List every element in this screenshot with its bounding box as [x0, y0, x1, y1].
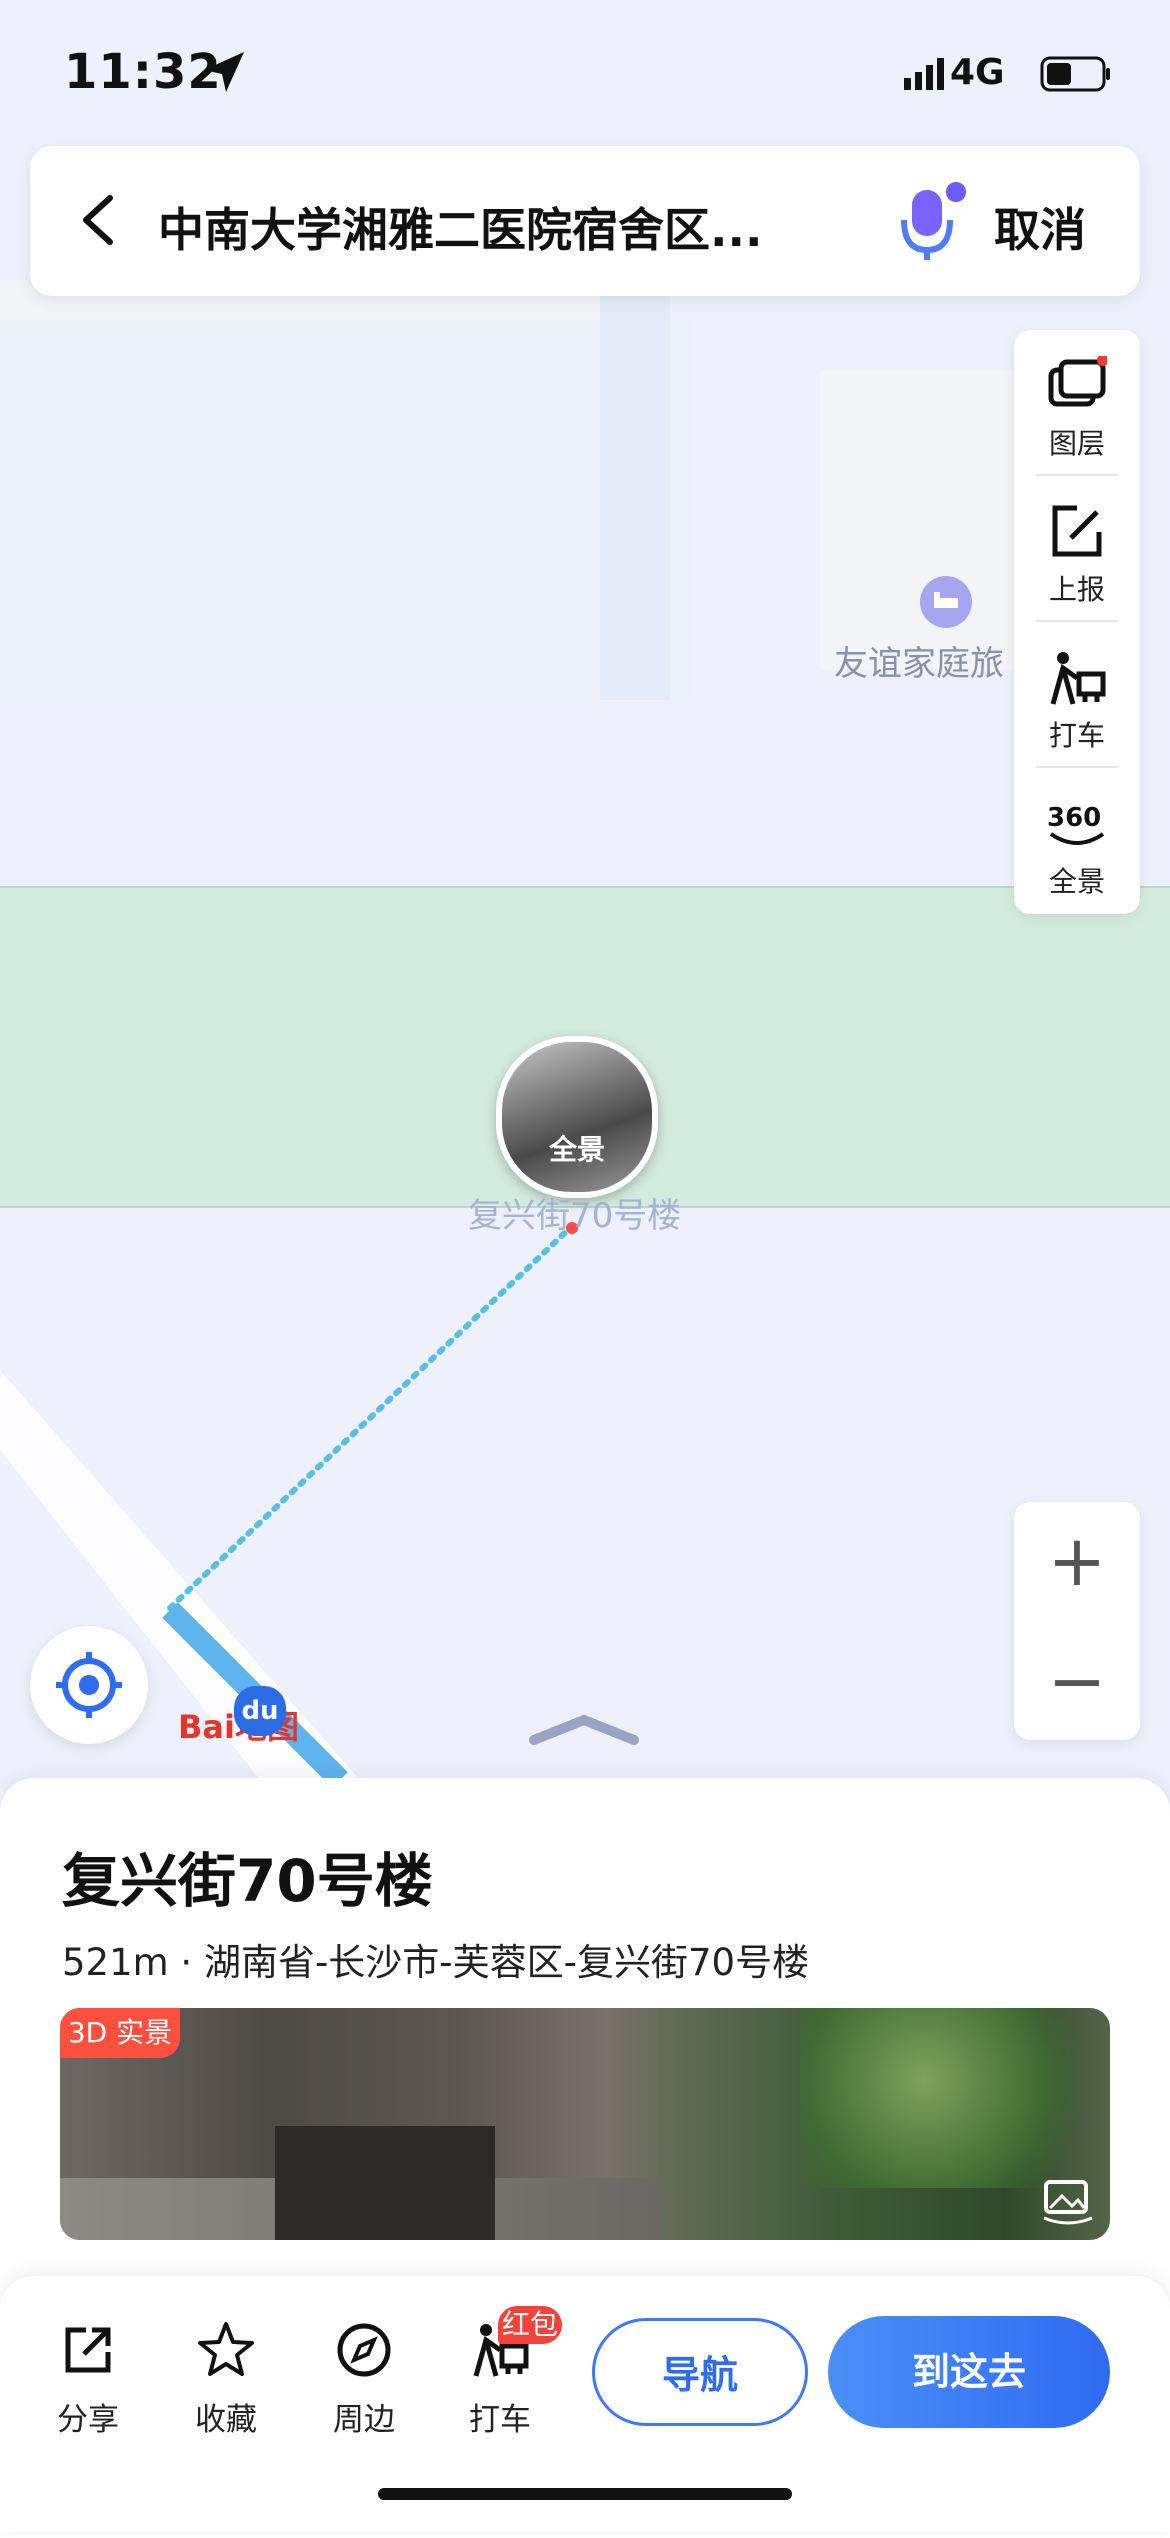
action-label: 打车	[469, 2402, 531, 2438]
zoom-control: + −	[1014, 1502, 1140, 1740]
voice-mic-icon[interactable]	[892, 180, 972, 264]
tool-taxi[interactable]: 打车	[1014, 622, 1140, 768]
locate-icon	[56, 1652, 122, 1718]
svg-text:360: 360	[1047, 803, 1101, 833]
status-bar: 11:32 4G	[0, 0, 1170, 140]
place-address: 521m · 湖南省-长沙市-芙蓉区-复兴街70号楼	[62, 1941, 810, 1984]
map-tools-panel: 图层 上报 打车 360 全景	[1014, 330, 1140, 914]
go-here-button[interactable]: 到这去	[828, 2316, 1110, 2428]
locate-button[interactable]	[30, 1626, 148, 1744]
panorama-360-icon: 360	[1047, 803, 1105, 845]
3d-live-badge: 3D 实景	[60, 2008, 180, 2058]
tool-label: 图层	[1048, 427, 1105, 460]
status-time: 11:32	[64, 44, 222, 100]
search-bar[interactable]: 中南大学湘雅二医院宿舍区... 取消	[30, 146, 1140, 296]
report-icon	[1052, 505, 1102, 557]
poi-hotel-label[interactable]: 友谊家庭旅	[834, 636, 1004, 685]
action-label: 分享	[57, 2402, 119, 2438]
action-label: 周边	[333, 2402, 395, 2438]
search-query[interactable]: 中南大学湘雅二医院宿舍区...	[158, 194, 762, 260]
action-label: 收藏	[195, 2402, 257, 2438]
panorama-label: 全景	[548, 1133, 605, 1166]
gallery-icon[interactable]	[1040, 2176, 1096, 2226]
panorama-thumbnail[interactable]: 全景	[496, 1036, 658, 1198]
share-icon	[65, 2327, 111, 2373]
carrier-label: 4G	[950, 52, 1005, 93]
layers-icon	[1048, 356, 1107, 407]
walking-route	[167, 1225, 573, 1611]
zoom-out-button[interactable]: −	[1014, 1622, 1140, 1740]
nearby-button[interactable]: 周边	[304, 2320, 424, 2439]
baidu-paw-icon: du	[234, 1686, 286, 1736]
share-button[interactable]: 分享	[28, 2320, 148, 2439]
battery-icon	[1040, 56, 1110, 92]
tool-layers[interactable]: 图层	[1014, 330, 1140, 476]
tool-label: 全景	[1048, 865, 1105, 898]
zoom-in-button[interactable]: +	[1014, 1502, 1140, 1620]
chevron-up-icon	[529, 1714, 639, 1745]
compass-icon	[337, 2323, 391, 2377]
signal-icon	[904, 58, 944, 90]
tool-label: 打车	[1048, 719, 1105, 752]
navigate-button[interactable]: 导航	[592, 2318, 808, 2426]
place-photo[interactable]	[60, 2008, 1110, 2240]
red-packet-badge: 红包	[498, 2306, 562, 2344]
tool-panorama[interactable]: 360 全景	[1014, 768, 1140, 914]
poi-building-label[interactable]: 复兴街70号楼	[468, 1188, 681, 1237]
tool-report[interactable]: 上报	[1014, 476, 1140, 622]
cancel-button[interactable]: 取消	[994, 194, 1086, 260]
star-icon	[198, 2322, 254, 2376]
place-name: 复兴街70号楼	[62, 1847, 433, 1915]
hotel-icon[interactable]	[920, 576, 972, 628]
location-arrow-icon	[204, 52, 244, 92]
home-indicator	[378, 2488, 792, 2500]
favorite-button[interactable]: 收藏	[166, 2320, 286, 2439]
tool-label: 上报	[1048, 573, 1105, 606]
back-arrow-icon[interactable]	[70, 190, 130, 250]
taxi-icon	[1050, 652, 1106, 705]
